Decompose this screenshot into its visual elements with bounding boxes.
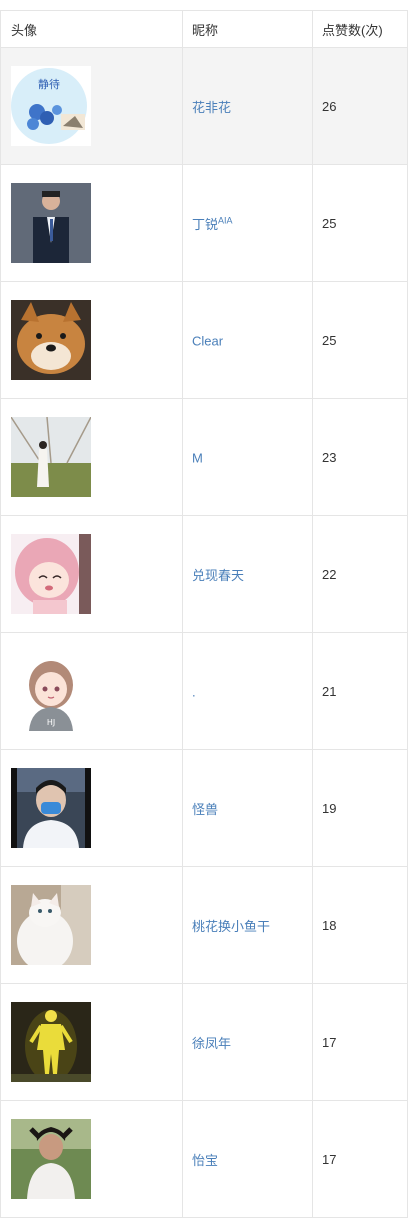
table-row: 静待 花非花 26 bbox=[0, 48, 408, 165]
nickname-text: 桃花换小鱼干 bbox=[192, 918, 271, 934]
nickname-link[interactable]: 兑现春天 bbox=[192, 565, 244, 584]
masked-person-avatar bbox=[11, 768, 91, 848]
column-header-likes: 点赞数(次) bbox=[313, 11, 408, 47]
like-count: 17 bbox=[322, 1034, 337, 1050]
column-header-avatar: 头像 bbox=[0, 11, 183, 47]
table-row: 怡宝 17 bbox=[0, 1101, 408, 1218]
nickname-text: M bbox=[192, 450, 203, 466]
like-count: 17 bbox=[322, 1151, 337, 1167]
table-row: 丁锐AIA 25 bbox=[0, 165, 408, 282]
nickname-link[interactable]: 徐凤年 bbox=[192, 1033, 231, 1052]
girl-in-field-avatar bbox=[11, 417, 91, 497]
svg-text:HJ: HJ bbox=[47, 718, 55, 727]
nickname-link[interactable]: 怪兽 bbox=[192, 799, 218, 818]
like-count: 25 bbox=[322, 215, 337, 231]
nickname-text: 花非花 bbox=[192, 99, 232, 115]
table-row: 桃花换小鱼干 18 bbox=[0, 867, 408, 984]
nickname-text: 兑现春天 bbox=[192, 567, 245, 583]
table-row: 兑现春天 22 bbox=[0, 516, 408, 633]
like-count: 23 bbox=[322, 449, 337, 465]
table-row: Clear 25 bbox=[0, 282, 408, 399]
nickname-link[interactable]: . bbox=[192, 683, 196, 699]
avatar-logo-text: 静待 bbox=[38, 77, 60, 91]
nickname-text: 徐凤年 bbox=[192, 1035, 232, 1051]
like-count: 25 bbox=[322, 332, 337, 348]
table-header-row: 头像 昵称 点赞数(次) bbox=[0, 11, 408, 48]
nickname-link[interactable]: M bbox=[192, 449, 203, 465]
nickname-link[interactable]: Clear bbox=[192, 332, 223, 348]
nickname-text: Clear bbox=[192, 333, 224, 349]
likes-ranking-table: 头像 昵称 点赞数(次) 静待 花非花 26 丁锐AIA 25 Clear 25… bbox=[0, 10, 408, 1218]
table-row: M 23 bbox=[0, 399, 408, 516]
like-count: 26 bbox=[322, 98, 337, 114]
shiba-dog-avatar bbox=[11, 300, 91, 380]
anime-pink-hair-avatar bbox=[11, 534, 91, 614]
nickname-link[interactable]: 丁锐AIA bbox=[192, 214, 233, 233]
like-count: 19 bbox=[322, 800, 337, 816]
nickname-suffix: AIA bbox=[218, 215, 233, 226]
girl-outdoors-avatar bbox=[11, 1119, 91, 1199]
nickname-text: 怡宝 bbox=[192, 1152, 219, 1168]
column-header-nickname: 昵称 bbox=[183, 11, 313, 47]
white-cat-avatar bbox=[11, 885, 91, 965]
table-row: 怪兽 19 bbox=[0, 750, 408, 867]
nickname-link[interactable]: 桃花换小鱼干 bbox=[192, 916, 270, 935]
cartoon-girl-avatar: HJ bbox=[11, 651, 91, 731]
glowing-figure-avatar bbox=[11, 1002, 91, 1082]
nickname-text: . bbox=[192, 684, 196, 700]
flower-logo-avatar: 静待 bbox=[11, 66, 91, 146]
nickname-text: 丁锐 bbox=[192, 216, 219, 232]
table-row: 徐凤年 17 bbox=[0, 984, 408, 1101]
nickname-link[interactable]: 怡宝 bbox=[192, 1150, 218, 1169]
like-count: 18 bbox=[322, 917, 337, 933]
nickname-text: 怪兽 bbox=[192, 801, 219, 817]
like-count: 21 bbox=[322, 683, 337, 699]
man-in-suit-avatar bbox=[11, 183, 91, 263]
like-count: 22 bbox=[322, 566, 337, 582]
nickname-link[interactable]: 花非花 bbox=[192, 97, 231, 116]
table-row: HJ . 21 bbox=[0, 633, 408, 750]
